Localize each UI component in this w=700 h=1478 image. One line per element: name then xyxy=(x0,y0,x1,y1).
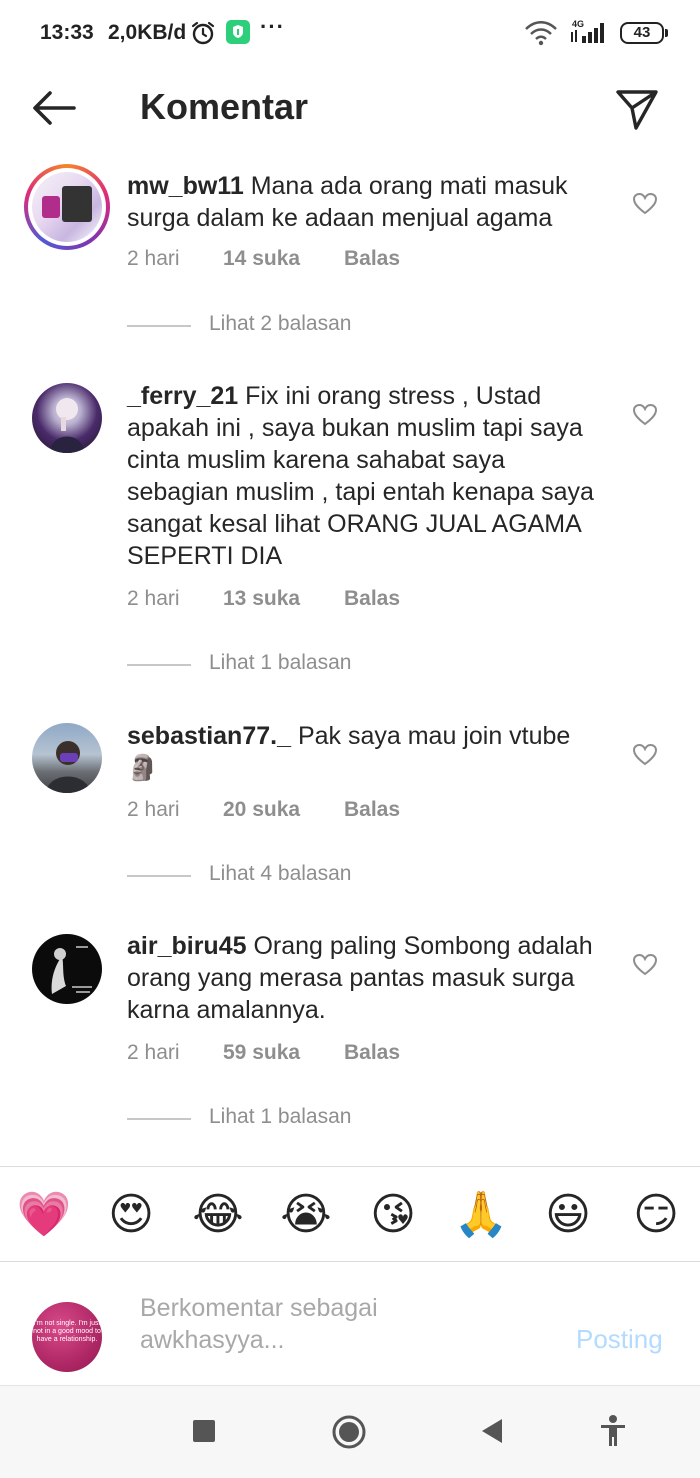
view-replies[interactable]: Lihat 4 balasan xyxy=(127,862,427,892)
avatar[interactable] xyxy=(32,383,102,453)
emoji-folded-hands[interactable]: 🙏 xyxy=(453,1189,509,1241)
comment-item: air_biru45 Orang paling Sombong adalah o… xyxy=(0,920,700,1140)
view-replies[interactable]: Lihat 1 balasan xyxy=(127,651,427,681)
comment-item: sebastian77._ Pak saya mau join vtube 🗿 … xyxy=(0,710,700,890)
shield-app-icon xyxy=(226,20,250,44)
emoji-sparkling-heart[interactable]: 💗 xyxy=(16,1189,72,1241)
avatar[interactable] xyxy=(32,934,102,1004)
emoji-loudly-crying[interactable]: 😭 xyxy=(278,1189,334,1241)
comment-likes[interactable]: 14 suka xyxy=(223,247,300,271)
view-replies[interactable]: Lihat 2 balasan xyxy=(127,312,427,342)
emoji-heart-eyes[interactable]: 😍 xyxy=(103,1189,159,1241)
avatar[interactable] xyxy=(32,723,102,793)
status-bar: 13:33 2,0KB/d ··· 4G 43 xyxy=(0,0,700,66)
comment-username[interactable]: _ferry_21 xyxy=(127,382,238,410)
comment-likes[interactable]: 59 suka xyxy=(223,1041,300,1065)
reply-button[interactable]: Balas xyxy=(344,798,400,822)
recent-apps-icon[interactable] xyxy=(193,1420,215,1442)
view-replies-label[interactable]: Lihat 1 balasan xyxy=(209,1105,351,1129)
comment-username[interactable]: mw_bw11 xyxy=(127,172,244,200)
system-nav-bar xyxy=(0,1386,700,1478)
like-heart-icon[interactable] xyxy=(632,403,658,427)
comment-username[interactable]: air_biru45 xyxy=(127,932,247,960)
comment-text: air_biru45 Orang paling Sombong adalah o… xyxy=(127,930,607,1026)
reply-button[interactable]: Balas xyxy=(344,587,400,611)
like-heart-icon[interactable] xyxy=(632,953,658,977)
battery-icon: 43 xyxy=(620,22,668,44)
wifi-icon xyxy=(525,21,557,46)
comment-composer: I'm not single. I'm just not in a good m… xyxy=(0,1262,700,1386)
avatar[interactable] xyxy=(24,164,110,250)
header: Komentar xyxy=(0,66,700,156)
replies-divider xyxy=(127,664,191,666)
view-replies-label[interactable]: Lihat 1 balasan xyxy=(209,651,351,675)
comment-time: 2 hari xyxy=(127,1041,180,1064)
accessibility-icon[interactable] xyxy=(598,1414,628,1448)
comment-time: 2 hari xyxy=(127,798,180,821)
svg-text:4G: 4G xyxy=(572,19,584,29)
comment-likes[interactable]: 20 suka xyxy=(223,798,300,822)
comment-text: _ferry_21 Fix ini orang stress , Ustad a… xyxy=(127,380,607,572)
user-avatar: I'm not single. I'm just not in a good m… xyxy=(32,1302,102,1372)
comment-text: sebastian77._ Pak saya mau join vtube 🗿 xyxy=(127,720,607,784)
comment-text: mw_bw11 Mana ada orang mati masuk surga … xyxy=(127,170,607,234)
like-heart-icon[interactable] xyxy=(632,743,658,767)
like-heart-icon[interactable] xyxy=(632,192,658,216)
comment-item: mw_bw11 Mana ada orang mati masuk surga … xyxy=(0,160,700,340)
home-icon[interactable] xyxy=(331,1414,367,1450)
comment-username[interactable]: sebastian77._ xyxy=(127,722,291,750)
view-replies[interactable]: Lihat 1 balasan xyxy=(127,1105,427,1135)
emoji-blowing-kiss[interactable]: 😘 xyxy=(365,1189,421,1241)
post-button[interactable]: Posting xyxy=(576,1324,663,1355)
alarm-icon xyxy=(191,21,215,45)
comment-likes[interactable]: 13 suka xyxy=(223,587,300,611)
view-replies-label[interactable]: Lihat 2 balasan xyxy=(209,312,351,336)
network-speed: 2,0KB/d xyxy=(108,21,187,44)
replies-divider xyxy=(127,875,191,877)
reply-button[interactable]: Balas xyxy=(344,247,400,271)
emoji-grinning[interactable]: 😃 xyxy=(540,1189,596,1241)
nav-back-icon[interactable] xyxy=(480,1417,504,1445)
replies-divider xyxy=(127,1118,191,1120)
send-icon[interactable] xyxy=(612,84,662,134)
comment-input[interactable]: Berkomentar sebagai awkhasyya... xyxy=(140,1292,440,1356)
page-title: Komentar xyxy=(140,86,309,127)
comment-time: 2 hari xyxy=(127,247,180,270)
signal-icon: 4G xyxy=(571,19,604,43)
comment-time: 2 hari xyxy=(127,587,180,610)
comment-item: _ferry_21 Fix ini orang stress , Ustad a… xyxy=(0,370,700,680)
back-arrow-icon[interactable] xyxy=(30,88,78,128)
emoji-bar: 💗 😍 😂 😭 😘 🙏 😃 😏 xyxy=(0,1166,700,1262)
more-notifications-icon: ··· xyxy=(260,14,285,39)
replies-divider xyxy=(127,325,191,327)
comment-body: Fix ini orang stress , Ustad apakah ini … xyxy=(127,382,594,570)
view-replies-label[interactable]: Lihat 4 balasan xyxy=(209,862,351,886)
reply-button[interactable]: Balas xyxy=(344,1041,400,1065)
emoji-tears-of-joy[interactable]: 😂 xyxy=(190,1189,246,1241)
emoji-smirking[interactable]: 😏 xyxy=(628,1189,684,1241)
status-time: 13:33 xyxy=(40,21,94,44)
